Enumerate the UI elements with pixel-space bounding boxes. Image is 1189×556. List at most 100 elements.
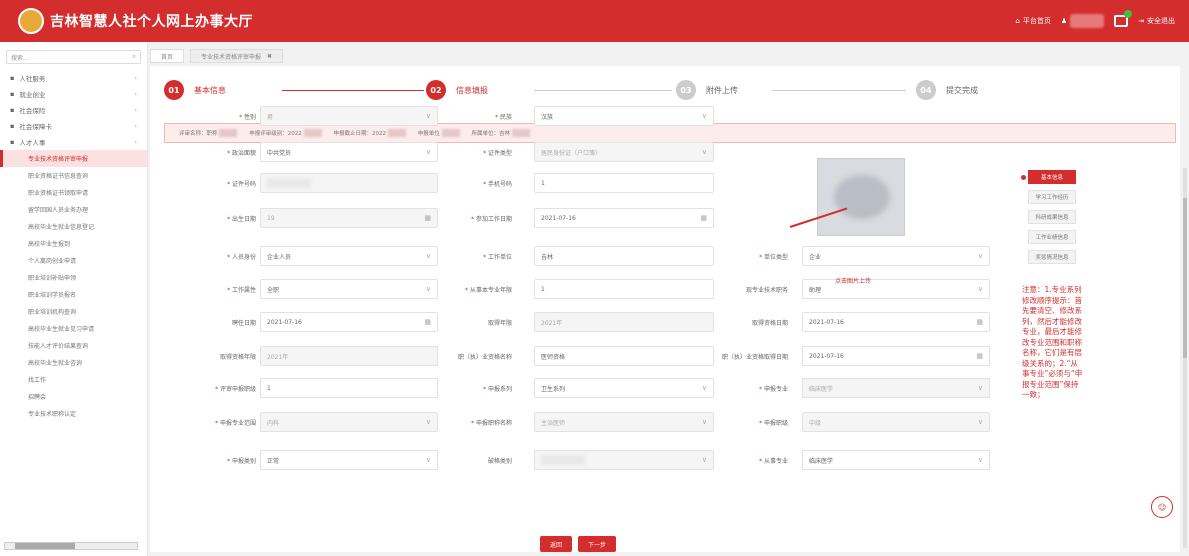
tab-review-application[interactable]: 专业技术资格评审申报 ✖ (190, 49, 284, 63)
sidebar-sub-item[interactable]: 高校毕业生就业见习申请 (0, 320, 147, 337)
form-field[interactable]: 吉林 (534, 246, 714, 266)
form-field[interactable]: 企业 ∨ (802, 246, 990, 266)
chevron-down-icon: ∨ (701, 456, 707, 464)
help-icon[interactable]: ☺ (1151, 496, 1173, 518)
chevron-down-icon: ∨ (701, 418, 707, 426)
section-nav-item[interactable]: 基本信息 (1021, 170, 1076, 184)
form-field[interactable]: 2021-07-16 ▦ (802, 346, 990, 366)
sidebar-sub-item[interactable]: 职业资格证书信息查询 (0, 167, 147, 184)
sidebar-scrollbar[interactable] (4, 542, 138, 550)
field-value: 卫生系列 (541, 385, 566, 393)
next-button[interactable]: 下一步 (578, 536, 617, 552)
info-item: 所属单位：吉林 (472, 129, 530, 138)
photo-upload-link[interactable]: 点击图片上传 (835, 276, 871, 285)
section-nav-item[interactable]: 科研成果信息 (1028, 210, 1076, 224)
form-field: 19 ▦ (260, 208, 438, 228)
logo[interactable]: 吉林智慧人社个人网上办事大厅 (18, 8, 253, 34)
sidebar-sub-item[interactable]: 高校毕业生报到 (0, 235, 147, 252)
section-nav: 基本信息学习工作经历 科研成果信息 工作业绩信息 奖惩情况信息 (1021, 170, 1076, 270)
tab-home[interactable]: 首页 (150, 49, 185, 63)
form-field: 中级 ∨ (802, 412, 990, 432)
chevron-icon: › (134, 106, 137, 114)
top-bar: 吉林智慧人社个人网上办事大厅 ⌂ 平台首页 ♟ ⇥ 安全退出 (0, 0, 1189, 42)
sidebar-sub-item[interactable]: 职业资格证书领取申请 (0, 184, 147, 201)
form-field: 临床医学 ∨ (802, 378, 990, 398)
form-field[interactable]: 全职 ∨ (260, 279, 438, 299)
sidebar-sub-item[interactable]: 技能人才评价结果查询 (0, 337, 147, 354)
sidebar-group[interactable]: ▪ 就业创业 › (0, 86, 147, 102)
sidebar-sub-item[interactable]: 职业培训补贴申领 (0, 269, 147, 286)
form-label: 取得年限 (487, 320, 512, 327)
logout-icon: ⇥ (1138, 17, 1144, 25)
form-field[interactable]: 正常 ∨ (260, 450, 438, 470)
form-label: 聘任日期 (231, 320, 256, 327)
scroll-thumb[interactable] (15, 543, 75, 549)
home-icon: ⌂ (1015, 17, 1020, 25)
sidebar-sub-item[interactable]: 找工作 (0, 371, 147, 388)
info-item: 申报截止日期：2022 (334, 129, 406, 138)
tab-home-label: 首页 (161, 53, 174, 61)
sidebar-sub-item[interactable]: 职业培训机构查询 (0, 303, 147, 320)
form-label: * 证件类型 (483, 150, 512, 157)
form-field[interactable]: 临床医学 ∨ (802, 450, 990, 470)
form-field[interactable]: 中共党员 ∨ (260, 142, 438, 162)
form-field[interactable]: 助理 ∨ (802, 279, 990, 299)
back-button[interactable]: 返回 (540, 536, 573, 552)
logout-button[interactable]: ⇥ 安全退出 (1138, 16, 1175, 26)
sidebar-sub-item[interactable]: 个人离岗创业申请 (0, 252, 147, 269)
page-scrollbar[interactable] (1183, 168, 1187, 548)
form-field[interactable]: 卫生系列 ∨ (534, 378, 714, 398)
tab-review-label: 专业技术资格评审申报 (201, 53, 262, 61)
sidebar-group[interactable]: ▪ 社会保障卡 › (0, 118, 147, 134)
home-link[interactable]: ⌂ 平台首页 (1015, 16, 1050, 26)
form-label: * 工作属性 (227, 287, 256, 294)
section-nav-item[interactable]: 奖惩情况信息 (1028, 250, 1076, 264)
step-label: 附件上传 (706, 85, 738, 95)
sidebar-sub-item[interactable]: 高校毕业生就业咨询 (0, 354, 147, 371)
sidebar-search-input[interactable]: 搜索... ⌕ (6, 50, 141, 64)
user-menu[interactable]: ♟ (1061, 14, 1105, 28)
chevron-down-icon: ∨ (425, 285, 431, 293)
field-value: 男 (267, 113, 274, 121)
message-button[interactable] (1114, 10, 1133, 27)
section-nav-item[interactable]: 工作业绩信息 (1028, 230, 1076, 244)
sidebar-sub-item[interactable]: 职业培训学员报名 (0, 286, 147, 303)
form-label: * 出生日期 (227, 216, 256, 223)
sidebar-sub-item[interactable]: 高校毕业生就业信息登记 (0, 218, 147, 235)
sidebar-sub-item[interactable]: 专业技术资格评审申报 (0, 150, 147, 167)
form-field[interactable]: 企业人员 ∨ (260, 246, 438, 266)
form-field[interactable]: 1 (534, 173, 714, 193)
sidebar-group-icon: ▪ (10, 138, 15, 146)
sidebar-group[interactable]: ▪ 社会保险 › (0, 102, 147, 118)
form-label: * 单位类型 (759, 254, 788, 261)
app-title: 吉林智慧人社个人网上办事大厅 (50, 14, 253, 30)
form-field[interactable]: 汉族 ∨ (534, 106, 714, 126)
form-field[interactable]: 1 (260, 378, 438, 398)
close-icon[interactable]: ✖ (267, 53, 272, 60)
info-item: 申报单位 (418, 129, 460, 138)
photo-upload-box[interactable] (817, 158, 905, 236)
field-value: 2021年 (267, 353, 289, 361)
active-dot (1021, 175, 1026, 180)
form-label: * 申报职级 (759, 420, 788, 427)
sidebar-group[interactable]: ▪ 人才人事 › (0, 134, 147, 150)
form-label: * 手机号码 (483, 181, 512, 188)
form-label: * 评审申报职级 (215, 386, 256, 393)
sidebar-group[interactable]: ▪ 人社服务 › (0, 70, 147, 86)
sidebar-sub-item[interactable]: 留学回国人员业务办理 (0, 201, 147, 218)
form-field[interactable]: 2021-07-16 ▦ (802, 312, 990, 332)
sidebar-sub-item[interactable]: 专业技术职称认定 (0, 405, 147, 422)
form-label: * 性别 (239, 114, 256, 121)
section-nav-item[interactable]: 学习工作经历 (1028, 190, 1076, 204)
form-field[interactable]: 1 (534, 279, 714, 299)
form-field[interactable]: 医师资格 (534, 346, 714, 366)
form-label: * 从事专业 (759, 458, 788, 465)
chevron-icon: › (134, 74, 137, 82)
field-value: 19 (267, 214, 275, 222)
form-field[interactable]: 2021-07-16 ▦ (260, 312, 438, 332)
scroll-thumb[interactable] (1183, 198, 1187, 358)
step-number: 03 (676, 80, 696, 100)
form-field[interactable]: 2021-07-16 ▦ (534, 208, 714, 228)
field-value: 汉族 (541, 113, 554, 121)
sidebar-sub-item[interactable]: 招聘会 (0, 388, 147, 405)
